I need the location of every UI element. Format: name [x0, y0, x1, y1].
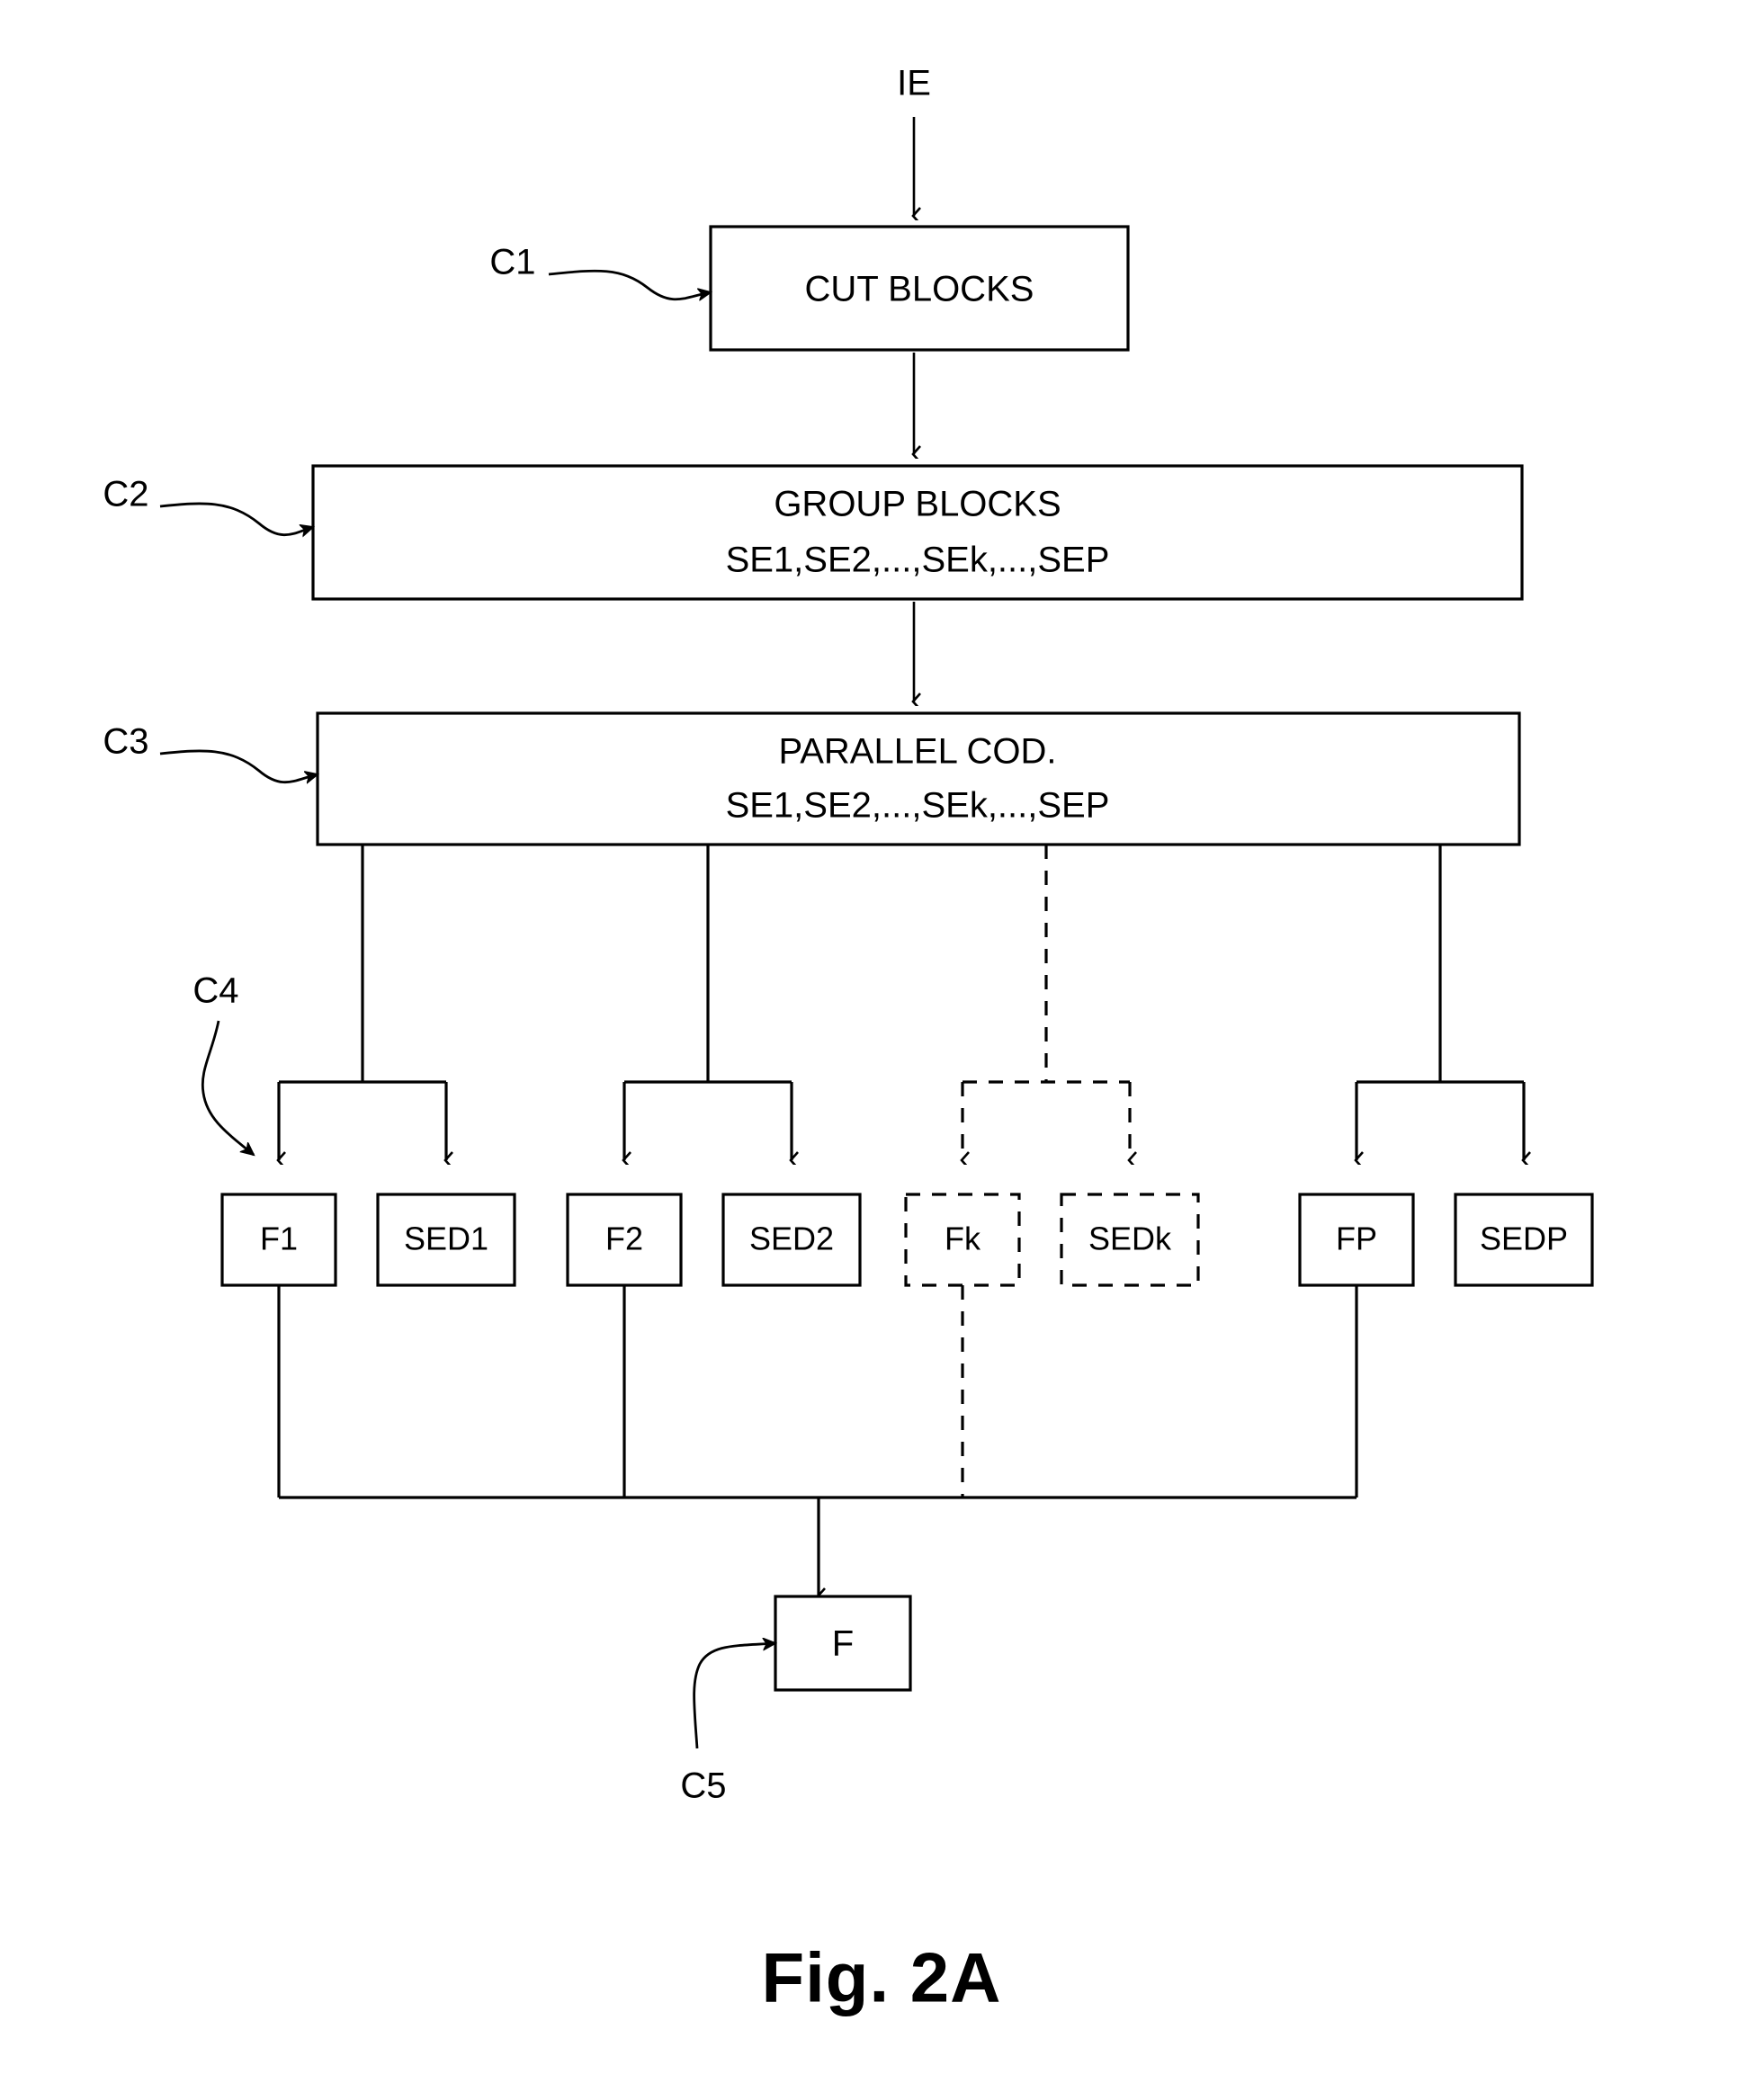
- stage-subtitle-parallel-cod: SE1,SE2,...,SEk,...,SEP: [726, 786, 1110, 826]
- branch-label-f1: F1: [260, 1220, 298, 1257]
- stage-title-group-blocks: GROUP BLOCKS: [774, 485, 1061, 524]
- ref-label-c4: C4: [193, 971, 238, 1011]
- branch-label-sedk: SEDk: [1088, 1220, 1172, 1257]
- leader-line-c4: [201, 1020, 254, 1155]
- ref-label-c3: C3: [103, 722, 148, 762]
- figure-caption: Fig. 2A: [761, 1938, 1001, 2017]
- input-label-ie: IE: [897, 64, 931, 103]
- branch-label-sedp: SEDP: [1480, 1220, 1568, 1257]
- branch-label-sed2: SED2: [749, 1220, 834, 1257]
- branch-label-sed1: SED1: [404, 1220, 488, 1257]
- branch-label-fk: Fk: [945, 1220, 981, 1257]
- flowchart-svg: IE CUT BLOCKS C1 GROUP BLOCKS SE1,SE2,..…: [103, 64, 1594, 2017]
- leader-line-c3: [159, 749, 318, 782]
- stage-title-cut-blocks: CUT BLOCKS: [805, 270, 1034, 309]
- output-label-f: F: [832, 1624, 854, 1664]
- leader-line-c2: [159, 502, 313, 535]
- branch-label-f2: F2: [605, 1220, 643, 1257]
- patent-figure-2a: IE CUT BLOCKS C1 GROUP BLOCKS SE1,SE2,..…: [0, 0, 1764, 2092]
- leader-line-c1: [548, 269, 711, 299]
- ref-label-c1: C1: [489, 243, 535, 282]
- ref-label-c5: C5: [680, 1766, 726, 1806]
- stage-subtitle-group-blocks: SE1,SE2,...,SEk,...,SEP: [726, 541, 1110, 580]
- leader-line-c5: [693, 1643, 775, 1749]
- branch-label-fp: FP: [1336, 1220, 1377, 1257]
- ref-label-c2: C2: [103, 475, 148, 514]
- stage-title-parallel-cod: PARALLEL COD.: [778, 732, 1056, 772]
